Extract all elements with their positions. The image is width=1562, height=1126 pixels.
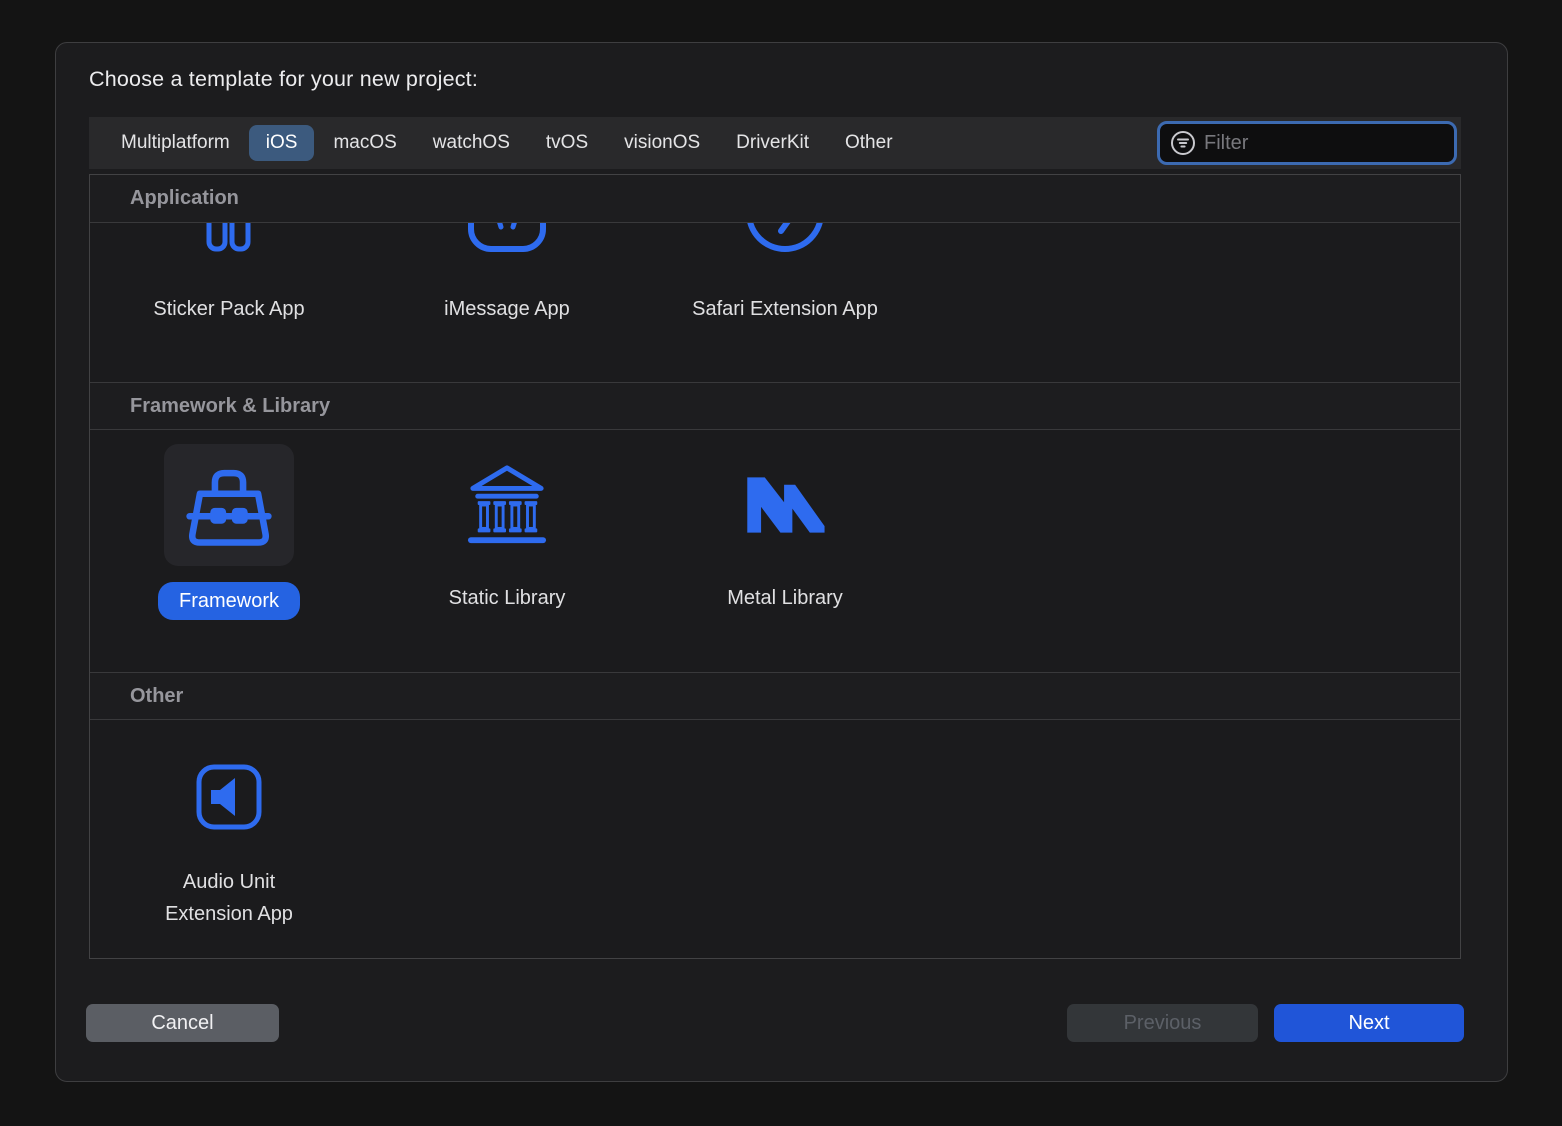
- dialog-title: Choose a template for your new project:: [89, 67, 478, 92]
- cancel-button[interactable]: Cancel: [86, 1004, 279, 1042]
- filter-circle-icon: [1170, 130, 1196, 156]
- section-other-row: Audio Unit Extension App: [90, 720, 1460, 959]
- template-label: Metal Library: [727, 582, 843, 614]
- section-application-row: Sticker Pack App iMessage App: [90, 223, 1460, 382]
- framework-toolbox-icon: [177, 460, 281, 550]
- template-label: Audio Unit Extension App: [139, 866, 319, 930]
- static-library-icon: [466, 462, 548, 548]
- tab-ios[interactable]: iOS: [249, 125, 315, 161]
- filter-input[interactable]: [1204, 132, 1444, 155]
- template-imessage-app[interactable]: iMessage App: [368, 223, 646, 325]
- safari-extension-icon: [745, 223, 825, 255]
- template-label-selected: Framework: [158, 582, 300, 620]
- template-label: Sticker Pack App: [153, 293, 304, 325]
- platform-tabbar: Multiplatform iOS macOS watchOS tvOS vis…: [89, 117, 1461, 169]
- sticker-pack-icon: [205, 223, 253, 255]
- section-header-application: Application: [90, 175, 1460, 223]
- tab-tvos[interactable]: tvOS: [529, 125, 605, 161]
- template-static-library[interactable]: Static Library: [368, 444, 646, 614]
- template-label: Safari Extension App: [692, 293, 878, 325]
- template-sticker-pack-app[interactable]: Sticker Pack App: [90, 223, 368, 325]
- imessage-app-icon: [467, 223, 547, 255]
- audio-unit-icon: [196, 764, 262, 830]
- template-safari-extension-app[interactable]: Safari Extension App: [646, 223, 924, 325]
- tab-visionos[interactable]: visionOS: [607, 125, 717, 161]
- filter-field[interactable]: [1157, 121, 1457, 165]
- template-framework[interactable]: Framework: [90, 444, 368, 620]
- static-library-tile: [442, 444, 572, 566]
- tab-other[interactable]: Other: [828, 125, 910, 161]
- template-label: Static Library: [449, 582, 566, 614]
- template-audio-unit-extension-app[interactable]: Audio Unit Extension App: [90, 764, 368, 930]
- platform-tabs: Multiplatform iOS macOS watchOS tvOS vis…: [89, 125, 911, 161]
- tab-multiplatform[interactable]: Multiplatform: [104, 125, 247, 161]
- tab-watchos[interactable]: watchOS: [416, 125, 527, 161]
- tab-macos[interactable]: macOS: [316, 125, 413, 161]
- metal-library-icon: [739, 466, 831, 544]
- metal-library-tile: [720, 444, 850, 566]
- template-label: iMessage App: [444, 293, 570, 325]
- template-metal-library[interactable]: Metal Library: [646, 444, 924, 614]
- new-project-template-dialog: Choose a template for your new project: …: [55, 42, 1508, 1082]
- section-header-other: Other: [90, 672, 1460, 720]
- framework-tile: [164, 444, 294, 566]
- template-list: Application Sticker Pack App: [89, 174, 1461, 959]
- section-framework-library-row: Framework: [90, 430, 1460, 672]
- previous-button[interactable]: Previous: [1067, 1004, 1258, 1042]
- tab-driverkit[interactable]: DriverKit: [719, 125, 826, 161]
- section-header-framework-library: Framework & Library: [90, 382, 1460, 430]
- next-button[interactable]: Next: [1274, 1004, 1464, 1042]
